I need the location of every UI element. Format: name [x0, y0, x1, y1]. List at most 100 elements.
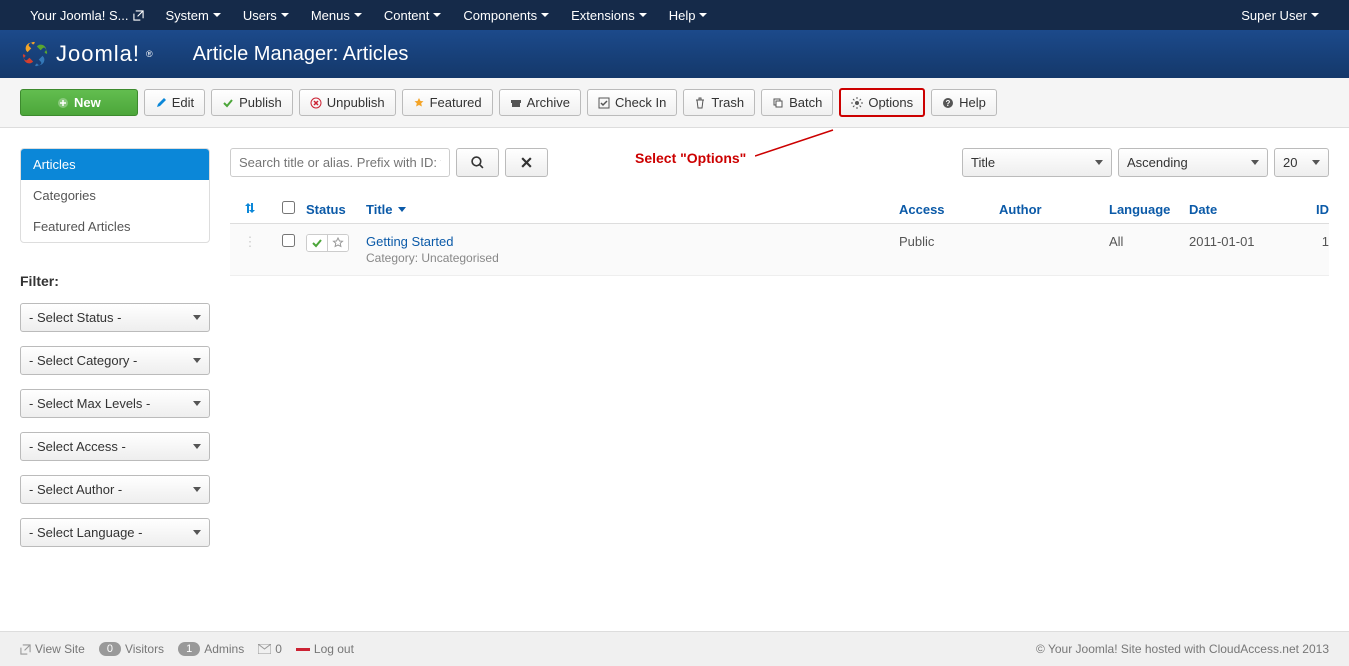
filter-status[interactable]: - Select Status -	[20, 303, 210, 332]
help-icon: ?	[942, 97, 954, 109]
row-status	[306, 234, 366, 252]
menu-help[interactable]: Help	[659, 3, 718, 28]
checkin-button[interactable]: Check In	[587, 89, 677, 116]
column-checkbox[interactable]	[270, 201, 306, 217]
caret-down-icon	[354, 13, 362, 17]
visitors-count[interactable]: 0 Visitors	[99, 642, 164, 656]
top-navigation: Your Joomla! S... System Users Menus Con…	[0, 0, 1349, 30]
menu-components[interactable]: Components	[453, 3, 559, 28]
checkin-icon	[598, 97, 610, 109]
article-link[interactable]: Getting Started	[366, 234, 453, 249]
sidebar-item-categories[interactable]: Categories	[21, 180, 209, 211]
articles-table: Status Title Access Author Language Date…	[230, 195, 1329, 276]
sort-asc-icon	[397, 204, 407, 214]
admins-count[interactable]: 1 Admins	[178, 642, 244, 656]
filter-access[interactable]: - Select Access -	[20, 432, 210, 461]
feature-toggle[interactable]	[328, 235, 348, 251]
search-input[interactable]	[230, 148, 450, 177]
caret-down-icon	[1251, 160, 1259, 165]
drag-handle[interactable]: ⋮	[230, 234, 270, 250]
menu-system[interactable]: System	[156, 3, 231, 28]
featured-button[interactable]: Featured	[402, 89, 493, 116]
search-button[interactable]	[456, 148, 499, 177]
options-button[interactable]: Options	[839, 88, 925, 117]
main-area: Articles Categories Featured Articles Fi…	[0, 128, 1349, 581]
drag-icon: ⋮	[244, 234, 257, 250]
view-site-link[interactable]: View Site	[20, 642, 85, 656]
brand-logo: Joomla! ®	[20, 39, 153, 69]
edit-button[interactable]: Edit	[144, 89, 205, 116]
unpublish-button[interactable]: Unpublish	[299, 89, 396, 116]
user-menu[interactable]: Super User	[1231, 3, 1329, 28]
caret-down-icon	[193, 401, 201, 406]
pencil-icon	[155, 97, 167, 109]
archive-button[interactable]: Archive	[499, 89, 581, 116]
menu-menus[interactable]: Menus	[301, 3, 372, 28]
row-title-cell: Getting Started Category: Uncategorised	[366, 234, 899, 265]
column-id[interactable]: ID	[1299, 202, 1329, 217]
visitors-badge: 0	[99, 642, 121, 656]
sidebar-item-articles[interactable]: Articles	[21, 149, 209, 180]
caret-down-icon	[541, 13, 549, 17]
gear-icon	[851, 97, 863, 109]
filter-language[interactable]: - Select Language -	[20, 518, 210, 547]
sort-direction-select[interactable]: Ascending	[1118, 148, 1268, 177]
clear-search-button[interactable]	[505, 148, 548, 177]
column-language[interactable]: Language	[1109, 202, 1189, 217]
column-date[interactable]: Date	[1189, 202, 1299, 217]
row-checkbox[interactable]	[282, 234, 295, 247]
column-title[interactable]: Title	[366, 202, 899, 217]
sidebar-nav: Articles Categories Featured Articles	[20, 148, 210, 243]
limit-select[interactable]: 20	[1274, 148, 1329, 177]
sidebar: Articles Categories Featured Articles Fi…	[20, 148, 210, 561]
article-category: Category: Uncategorised	[366, 251, 899, 265]
table-header: Status Title Access Author Language Date…	[230, 195, 1329, 224]
help-button[interactable]: ? Help	[931, 89, 997, 116]
mail-icon	[258, 644, 271, 654]
annotation-arrow	[755, 128, 835, 158]
column-access[interactable]: Access	[899, 202, 999, 217]
menu-extensions[interactable]: Extensions	[561, 3, 657, 28]
site-name[interactable]: Your Joomla! S...	[20, 3, 154, 28]
check-icon	[222, 97, 234, 109]
filter-category[interactable]: - Select Category -	[20, 346, 210, 375]
caret-down-icon	[193, 444, 201, 449]
column-status[interactable]: Status	[306, 202, 366, 217]
external-link-icon	[133, 10, 144, 21]
batch-button[interactable]: Batch	[761, 89, 833, 116]
archive-icon	[510, 97, 522, 109]
toolbar: New Edit Publish Unpublish Featured Arch…	[0, 78, 1349, 128]
select-all-checkbox[interactable]	[282, 201, 295, 214]
sort-field-select[interactable]: Title	[962, 148, 1112, 177]
admins-badge: 1	[178, 642, 200, 656]
content-area: Select "Options" Title Ascending 20 Stat…	[230, 148, 1329, 561]
filter-author[interactable]: - Select Author -	[20, 475, 210, 504]
new-button[interactable]: New	[20, 89, 138, 116]
x-circle-icon	[310, 97, 322, 109]
menu-content[interactable]: Content	[374, 3, 452, 28]
sidebar-item-featured[interactable]: Featured Articles	[21, 211, 209, 242]
page-title: Article Manager: Articles	[193, 43, 409, 66]
trash-button[interactable]: Trash	[683, 89, 755, 116]
caret-down-icon	[639, 13, 647, 17]
column-order[interactable]	[230, 202, 270, 217]
row-date: 2011-01-01	[1189, 234, 1299, 249]
filter-heading: Filter:	[20, 273, 210, 289]
filter-max-levels[interactable]: - Select Max Levels -	[20, 389, 210, 418]
publish-button[interactable]: Publish	[211, 89, 293, 116]
sort-icon	[245, 202, 255, 214]
row-language: All	[1109, 234, 1189, 249]
brand-text: Joomla!	[56, 41, 140, 67]
column-author[interactable]: Author	[999, 202, 1109, 217]
row-access: Public	[899, 234, 999, 249]
caret-down-icon	[699, 13, 707, 17]
messages-count[interactable]: 0	[258, 642, 282, 656]
search-icon	[471, 156, 484, 169]
publish-toggle[interactable]	[307, 235, 328, 251]
menu-users[interactable]: Users	[233, 3, 299, 28]
plus-icon	[57, 97, 69, 109]
logout-link[interactable]: Log out	[296, 642, 354, 656]
caret-down-icon	[193, 315, 201, 320]
x-icon	[520, 156, 533, 169]
copyright: © Your Joomla! Site hosted with CloudAcc…	[1036, 642, 1329, 656]
